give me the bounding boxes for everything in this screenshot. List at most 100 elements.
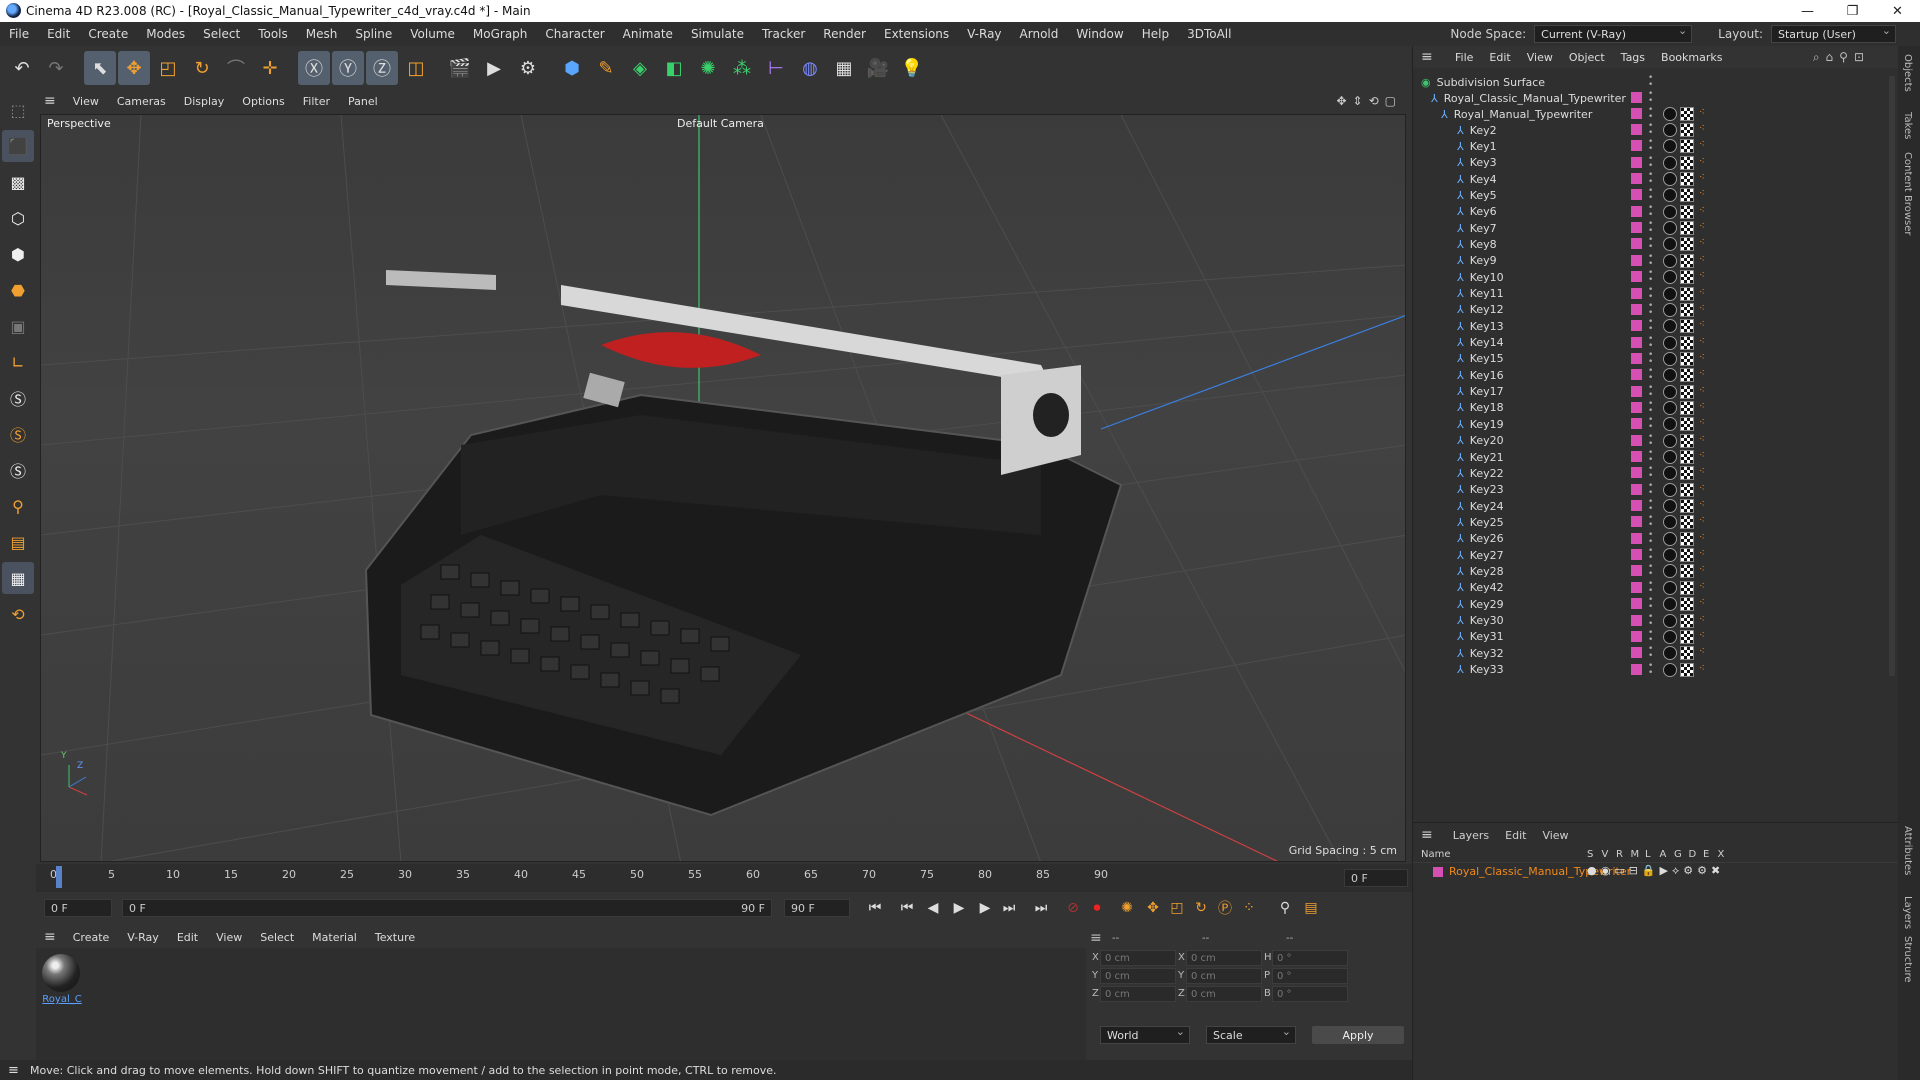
selection-tag-icon[interactable]: ⁖ (1699, 319, 1709, 331)
selection-tag-icon[interactable]: ⁖ (1699, 417, 1709, 429)
visibility-dots[interactable]: • • (1648, 645, 1653, 661)
magnet-icon[interactable]: ⚲ (2, 490, 34, 522)
undo-icon[interactable]: ↶ (6, 51, 38, 85)
texture-tag-icon[interactable] (1680, 580, 1694, 595)
selection-tag-icon[interactable]: ⁖ (1699, 352, 1709, 364)
texture-tag-icon[interactable] (1680, 107, 1694, 121)
playhead[interactable] (56, 866, 62, 888)
object-name[interactable]: Key18 (1470, 401, 1504, 414)
viewport-camera-label[interactable]: Default Camera (677, 117, 764, 130)
object-name[interactable]: Key28 (1470, 565, 1504, 578)
object-mode-icon[interactable]: ⬛ (2, 130, 34, 162)
pen-spline-icon[interactable]: ✎ (590, 51, 622, 85)
coord-value-field[interactable]: 0 ° (1272, 950, 1348, 966)
object-name[interactable]: Key6 (1470, 205, 1497, 218)
visibility-dots[interactable]: • • (1648, 530, 1653, 546)
object-name[interactable]: Key8 (1470, 238, 1497, 251)
menu-3dtoall[interactable]: 3DToAll (1178, 27, 1240, 41)
vray-tag-icon[interactable] (1663, 172, 1677, 187)
extrude-icon[interactable]: ◧ (658, 51, 690, 85)
visibility-dots[interactable]: • • (1648, 138, 1653, 154)
rotate-tool-icon[interactable]: ↻ (186, 51, 218, 85)
transform-tool-icon[interactable]: ✛ (254, 51, 286, 85)
menu-modes[interactable]: Modes (137, 27, 194, 41)
layer-color-swatch[interactable] (1631, 467, 1642, 479)
layer-color-swatch[interactable] (1631, 287, 1642, 299)
layer-column-header[interactable]: V (1602, 849, 1609, 860)
selection-tag-icon[interactable]: ⁖ (1699, 205, 1709, 217)
texture-tag-icon[interactable] (1680, 253, 1694, 268)
motion-system-icon[interactable]: ⚲ (1274, 898, 1296, 918)
snap-3d-icon[interactable]: Ⓢ (2, 454, 34, 486)
close-button[interactable]: ✕ (1875, 0, 1920, 22)
vray-tag-icon[interactable] (1663, 319, 1677, 334)
layer-color-swatch[interactable] (1631, 418, 1642, 430)
object-menu-file[interactable]: File (1447, 51, 1481, 64)
texture-tag-icon[interactable] (1680, 597, 1694, 612)
light-icon[interactable]: 💡 (896, 51, 928, 85)
tab-takes[interactable]: Takes (1902, 112, 1913, 139)
vray-tag-icon[interactable] (1663, 400, 1677, 415)
goto-end-icon[interactable]: ⏭ (1030, 898, 1052, 918)
layer-color-swatch[interactable] (1631, 500, 1642, 512)
selection-tag-icon[interactable]: ⁖ (1699, 466, 1709, 478)
layer-color-swatch[interactable] (1631, 549, 1642, 561)
object-name[interactable]: Key24 (1470, 500, 1504, 513)
object-name[interactable]: Key29 (1470, 598, 1504, 611)
timeline-window-icon[interactable]: ▤ (1300, 898, 1322, 918)
selection-tag-icon[interactable]: ⁖ (1699, 221, 1709, 233)
visibility-dots[interactable]: • • (1648, 220, 1653, 236)
viewport-hamburger-icon[interactable]: ≡ (44, 93, 56, 109)
object-name[interactable]: Key10 (1470, 271, 1504, 284)
object-name[interactable]: Subdivision Surface (1437, 76, 1545, 89)
visibility-dots[interactable]: • • (1648, 579, 1653, 595)
coord-value-field[interactable]: 0 cm (1186, 950, 1262, 966)
autokey-icon[interactable]: ⊘ (1062, 898, 1084, 918)
vray-tag-icon[interactable] (1663, 531, 1677, 546)
visibility-dots[interactable]: • • (1648, 465, 1653, 481)
material-label[interactable]: Royal_C (42, 994, 82, 1005)
z-axis-lock-icon[interactable]: Ⓩ (366, 51, 398, 85)
layer-color-swatch[interactable] (1631, 320, 1642, 332)
cube-icon[interactable]: ⬢ (556, 51, 588, 85)
selection-tag-icon[interactable]: ⁖ (1699, 532, 1709, 544)
menu-file[interactable]: File (0, 27, 38, 41)
selection-tag-icon[interactable]: ⁖ (1699, 287, 1709, 299)
material-menu-material[interactable]: Material (303, 931, 366, 944)
visibility-dots[interactable]: • • (1648, 187, 1653, 203)
texture-tag-icon[interactable] (1680, 531, 1694, 546)
vray-tag-icon[interactable] (1663, 368, 1677, 383)
layer-column-header[interactable]: L (1645, 849, 1651, 860)
vray-tag-icon[interactable] (1663, 351, 1677, 366)
vray-tag-icon[interactable] (1663, 237, 1677, 252)
material-menu-select[interactable]: Select (251, 931, 303, 944)
visibility-dots[interactable]: • • (1648, 628, 1653, 644)
menu-mograph[interactable]: MoGraph (464, 27, 537, 41)
layer-color-swatch[interactable] (1631, 369, 1642, 381)
menu-tools[interactable]: Tools (249, 27, 297, 41)
axis-mode-icon[interactable]: ∟ (2, 346, 34, 378)
layer-color-swatch[interactable] (1631, 92, 1642, 103)
selection-tag-icon[interactable]: ⁖ (1699, 237, 1709, 249)
vray-tag-icon[interactable] (1663, 613, 1677, 628)
texture-tag-icon[interactable] (1680, 270, 1694, 285)
material-menu-texture[interactable]: Texture (366, 931, 424, 944)
visibility-dots[interactable]: • • (1648, 90, 1653, 106)
3d-viewport[interactable]: Perspective Default Camera Y Z Grid Spac… (40, 114, 1406, 862)
layer-color-swatch[interactable] (1631, 647, 1642, 659)
texture-tag-icon[interactable] (1680, 319, 1694, 334)
layer-color-swatch[interactable] (1631, 303, 1642, 315)
workplane-icon[interactable]: ▤ (2, 526, 34, 558)
layer-menu-edit[interactable]: Edit (1497, 829, 1534, 842)
texture-tag-icon[interactable] (1680, 450, 1694, 464)
size-mode-dropdown[interactable]: Scale (1206, 1025, 1296, 1044)
array-icon[interactable]: ⁂ (726, 51, 758, 85)
texture-tag-icon[interactable] (1680, 662, 1694, 677)
layer-color-swatch[interactable] (1631, 108, 1642, 119)
vray-tag-icon[interactable] (1663, 629, 1677, 644)
scale-tool-icon[interactable]: ◰ (152, 51, 184, 85)
render-region-icon[interactable]: 🎬 (444, 51, 476, 85)
start-frame-field[interactable]: 0 F (44, 899, 112, 917)
coordinate-mode-dropdown[interactable]: World (1100, 1025, 1190, 1044)
visibility-dots[interactable]: • • (1648, 318, 1653, 334)
